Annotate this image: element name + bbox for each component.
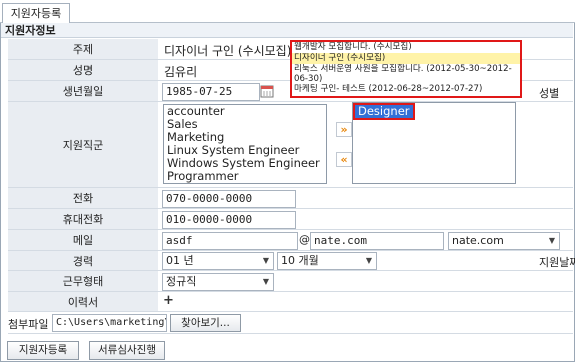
resume-label: 이력서: [8, 292, 158, 312]
job-cell: accounter Sales Marketing Linux System Engi…: [158, 102, 573, 188]
email-domain-select-value: nate.com: [452, 234, 504, 247]
worktype-value: 정규직: [166, 275, 197, 288]
section-title: 지원자정보: [1, 23, 573, 38]
email-domain-select[interactable]: nate.com ▼: [448, 232, 560, 250]
add-icon[interactable]: +: [163, 293, 174, 308]
attach-label: 첨부파일: [8, 318, 49, 331]
chevron-down-icon: ▼: [365, 256, 373, 265]
worktype-select[interactable]: 정규직 ▼: [162, 273, 274, 291]
job-selected-list[interactable]: Designer: [352, 102, 516, 184]
attach-path-input[interactable]: C:\Users\marketing\De: [52, 314, 167, 332]
chevron-down-icon: ▼: [548, 236, 556, 245]
worktype-cell: 정규직 ▼: [158, 271, 573, 292]
subject-option[interactable]: 마케팅 구인- 테스트 (2012-06-28~2012-07-27): [292, 84, 520, 95]
career-months-select[interactable]: 10 개월 ▼: [277, 252, 377, 270]
review-button[interactable]: 서류심사진행: [89, 341, 165, 360]
job-label: 지원직군: [8, 102, 158, 188]
mobile-label: 휴대전화: [8, 209, 158, 230]
name-label: 성명: [8, 60, 158, 81]
attach-row: 첨부파일 C:\Users\marketing\De 찾아보기...: [8, 313, 573, 334]
job-available-list[interactable]: accounter Sales Marketing Linux System Engi…: [163, 104, 327, 184]
birth-label: 생년월일: [8, 81, 158, 102]
birth-input[interactable]: 1985-07-25: [162, 83, 260, 101]
subject-dropdown-list[interactable]: 웹개발자 모집합니다. (수시모집) 디자이너 구인 (수시모집) 리눅스 서버운영…: [290, 40, 522, 98]
apply-date-label: 지원날짜: [539, 256, 575, 269]
mobile-input[interactable]: 010-0000-0000: [162, 211, 296, 229]
gender-label: 성별: [539, 87, 560, 100]
subject-label: 주제: [8, 39, 158, 60]
email-user-input[interactable]: asdf: [162, 232, 298, 250]
chevron-down-icon: ▼: [262, 277, 270, 286]
register-button[interactable]: 지원자등록: [7, 341, 79, 360]
move-left-button[interactable]: «: [336, 152, 352, 167]
phone-label: 전화: [8, 188, 158, 209]
career-label: 경력: [8, 251, 158, 271]
subject-value[interactable]: 디자이너 구인 (수시모집): [164, 42, 291, 59]
phone-input[interactable]: 070-0000-0000: [162, 190, 296, 208]
email-label: 메일: [8, 230, 158, 251]
email-at-sign: @: [299, 233, 310, 246]
tab-applicant-register[interactable]: 지원자등록: [2, 3, 70, 23]
career-months-value: 10 개월: [281, 254, 319, 267]
subject-option[interactable]: 웹개발자 모집합니다. (수시모집): [292, 42, 520, 53]
job-option[interactable]: Programmer: [164, 170, 326, 183]
browse-button[interactable]: 찾아보기...: [170, 314, 241, 332]
tab-bar: 지원자등록: [0, 0, 575, 23]
chevron-down-icon: ▼: [262, 256, 270, 265]
mobile-cell: 010-0000-0000: [158, 209, 573, 230]
worktype-label: 근무형태: [8, 271, 158, 292]
email-cell: asdf @ nate.com nate.com ▼: [158, 230, 573, 251]
phone-cell: 070-0000-0000: [158, 188, 573, 209]
career-years-select[interactable]: 01 년 ▼: [162, 252, 274, 270]
subject-option[interactable]: 디자이너 구인 (수시모집): [292, 53, 520, 64]
career-cell: 01 년 ▼ 10 개월 ▼ 지원날짜: [158, 251, 575, 271]
job-selected-option[interactable]: Designer: [353, 103, 415, 120]
calendar-icon[interactable]: [260, 84, 274, 98]
career-years-value: 01 년: [166, 254, 194, 267]
resume-cell: +: [158, 292, 573, 312]
name-value[interactable]: 김유리: [164, 63, 197, 80]
subject-option[interactable]: 리눅스 서버운영 사원을 모집합니다. (2012-05-30~2012-06-…: [292, 64, 520, 84]
move-right-button[interactable]: »: [336, 122, 352, 137]
email-domain-input[interactable]: nate.com: [310, 232, 444, 250]
